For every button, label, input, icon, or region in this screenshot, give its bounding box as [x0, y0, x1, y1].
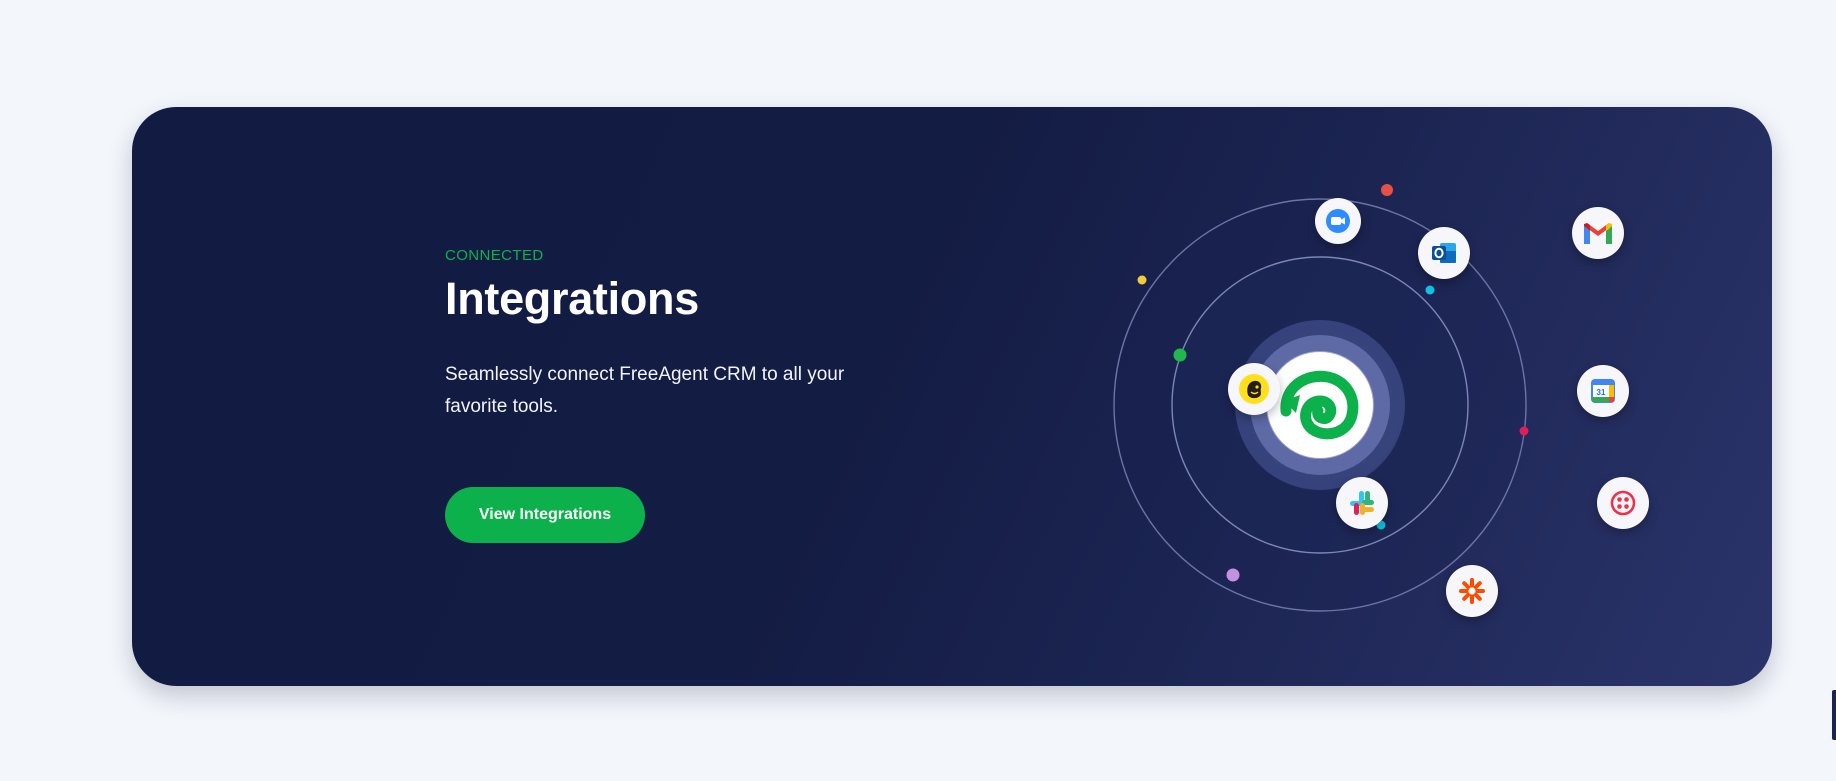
- view-integrations-button[interactable]: View Integrations: [445, 487, 645, 543]
- svg-text:31: 31: [1597, 388, 1606, 397]
- page-edge-handle: [1832, 690, 1836, 740]
- eyebrow-label: CONNECTED: [445, 247, 544, 264]
- orbit-dot: [1226, 568, 1240, 582]
- integrations-orbit-graphic: 31: [1080, 167, 1649, 627]
- outlook-integration-badge[interactable]: [1418, 227, 1470, 279]
- orbit-dot: [1173, 348, 1187, 362]
- orbit-dot: [1137, 275, 1147, 285]
- hero-content: CONNECTED Integrations Seamlessly connec…: [445, 247, 925, 543]
- twilio-icon: [1610, 490, 1636, 516]
- mailchimp-integration-badge[interactable]: [1228, 363, 1280, 415]
- orbit-dot: [1425, 285, 1435, 295]
- page: CONNECTED Integrations Seamlessly connec…: [0, 0, 1836, 781]
- integrations-hero-card: CONNECTED Integrations Seamlessly connec…: [132, 107, 1772, 686]
- gmail-icon: [1584, 223, 1612, 244]
- slack-integration-badge[interactable]: [1336, 477, 1388, 529]
- twilio-integration-badge[interactable]: [1597, 477, 1649, 529]
- zapier-integration-badge[interactable]: [1446, 565, 1498, 617]
- orbit-dot: [1381, 184, 1393, 196]
- zapier-icon: [1459, 578, 1485, 604]
- zoom-icon: [1326, 209, 1350, 233]
- section-title: Integrations: [445, 273, 699, 324]
- zoom-integration-badge[interactable]: [1315, 198, 1361, 244]
- slack-icon: [1350, 491, 1374, 515]
- section-description: Seamlessly connect FreeAgent CRM to all …: [445, 364, 845, 417]
- orbit-dot: [1519, 426, 1529, 436]
- gmail-integration-badge[interactable]: [1572, 207, 1624, 259]
- google-calendar-icon: 31: [1591, 379, 1615, 403]
- outlook-icon: [1432, 243, 1456, 263]
- mailchimp-icon: [1239, 374, 1269, 404]
- google-calendar-integration-badge[interactable]: 31: [1577, 365, 1629, 417]
